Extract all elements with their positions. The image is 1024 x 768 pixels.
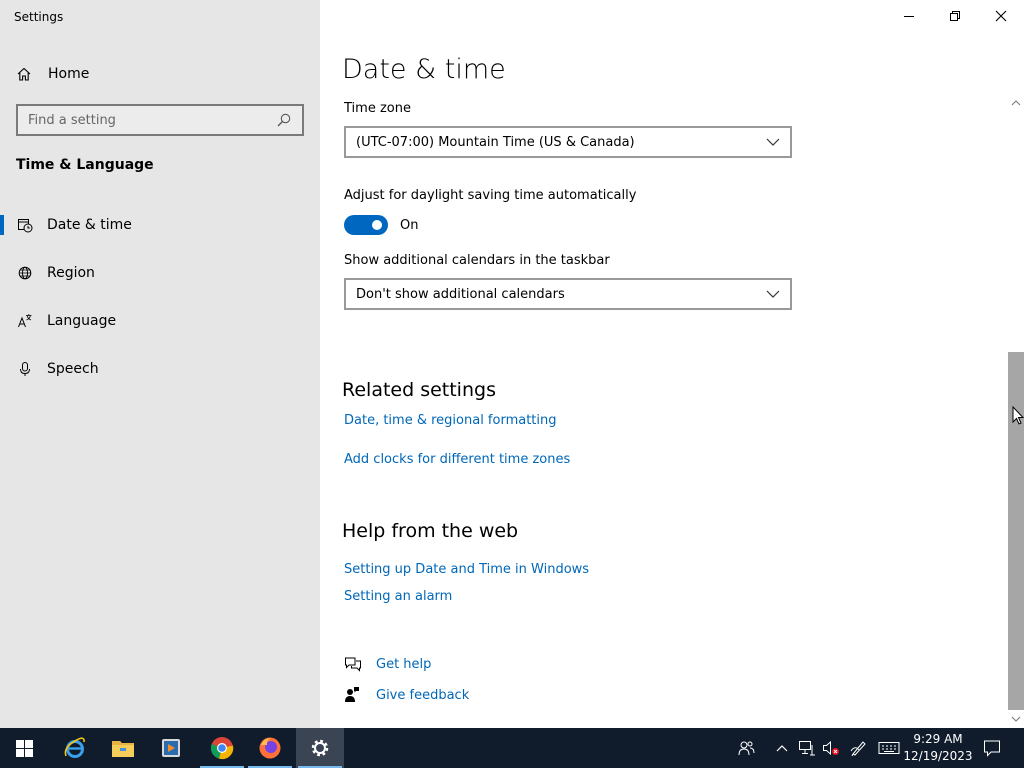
time-zone-value: (UTC-07:00) Mountain Time (US & Canada) (356, 134, 635, 150)
restore-icon (950, 11, 960, 21)
media-player-icon (162, 739, 180, 757)
additional-calendars-label: Show additional calendars in the taskbar (344, 253, 610, 268)
gear-icon (311, 739, 329, 757)
windows-logo-icon (15, 739, 33, 757)
sidebar-item-label: Speech (47, 361, 99, 377)
folder-icon (112, 741, 134, 757)
time-zone-dropdown[interactable]: (UTC-07:00) Mountain Time (US & Canada) (344, 126, 792, 158)
setting-up-date-time-link[interactable]: Setting up Date and Time in Windows (344, 562, 589, 577)
taskbar-settings[interactable] (296, 728, 344, 768)
date-time-icon (16, 217, 34, 233)
minimize-button[interactable] (886, 0, 932, 32)
taskbar-firefox[interactable] (246, 728, 294, 768)
daylight-saving-toggle[interactable] (344, 215, 388, 235)
setting-alarm-link[interactable]: Setting an alarm (344, 589, 452, 604)
sidebar-item-label: Region (47, 265, 95, 281)
home-icon (16, 66, 34, 82)
get-help-link[interactable]: Get help (344, 654, 431, 674)
pen-workspace-button[interactable] (848, 728, 870, 768)
toggle-knob (372, 220, 382, 230)
app-title: Settings (14, 10, 64, 24)
internet-explorer-icon (64, 737, 85, 758)
search-box[interactable] (16, 104, 304, 136)
keyboard-icon (878, 742, 900, 754)
chat-bubble-icon (344, 656, 362, 672)
sidebar-item-region[interactable]: Region (0, 255, 320, 291)
toggle-state-label: On (400, 218, 419, 233)
taskbar-file-explorer[interactable] (99, 728, 147, 768)
daylight-saving-label: Adjust for daylight saving time automati… (344, 188, 637, 203)
taskbar-internet-explorer[interactable] (51, 728, 99, 768)
sidebar-item-label: Language (47, 313, 117, 329)
chevron-down-icon (1011, 716, 1021, 722)
language-icon (16, 313, 34, 329)
navigation-pane: Settings Home Time & Language Date & tim… (0, 0, 320, 728)
settings-content: Date & time Time zone (UTC-07:00) Mounta… (320, 0, 1024, 728)
home-nav-item[interactable]: Home (16, 64, 89, 84)
notification-icon (984, 740, 1000, 757)
network-icon (799, 741, 815, 756)
scroll-up-button[interactable] (1008, 96, 1024, 110)
help-from-web-heading: Help from the web (342, 520, 519, 542)
add-clocks-link[interactable]: Add clocks for different time zones (344, 452, 570, 467)
scroll-down-button[interactable] (1008, 712, 1024, 726)
chrome-icon (210, 737, 234, 760)
related-settings-heading: Related settings (342, 379, 496, 401)
chevron-up-icon (776, 745, 788, 752)
additional-calendars-dropdown[interactable]: Don't show additional calendars (344, 278, 792, 310)
taskbar-media-player[interactable] (147, 728, 195, 768)
network-button[interactable] (796, 728, 818, 768)
clock-date: 12/19/2023 (903, 749, 973, 763)
chevron-down-icon (766, 138, 780, 146)
taskbar-chrome[interactable] (198, 728, 246, 768)
sidebar-item-speech[interactable]: Speech (0, 351, 320, 387)
category-heading: Time & Language (16, 157, 154, 173)
close-icon (995, 10, 1007, 22)
chevron-down-icon (766, 290, 780, 298)
mouse-cursor-icon (1012, 406, 1024, 425)
give-feedback-link[interactable]: Give feedback (344, 685, 469, 705)
restore-button[interactable] (932, 0, 978, 32)
home-label: Home (48, 66, 90, 82)
sidebar-item-language[interactable]: Language (0, 303, 320, 339)
regional-formatting-link[interactable]: Date, time & regional formatting (344, 413, 557, 428)
page-title: Date & time (342, 54, 506, 85)
chevron-up-icon (1011, 100, 1021, 106)
give-feedback-label: Give feedback (376, 687, 470, 703)
action-center-button[interactable] (980, 728, 1004, 768)
pen-icon (850, 741, 866, 757)
get-help-label: Get help (376, 656, 432, 672)
taskbar-clock[interactable]: 9:29 AM 12/19/2023 (900, 731, 976, 765)
start-button[interactable] (0, 728, 48, 768)
touch-keyboard-button[interactable] (876, 728, 902, 768)
time-zone-label: Time zone (344, 101, 411, 116)
firefox-icon (259, 737, 281, 759)
sidebar-item-label: Date & time (47, 217, 132, 233)
search-icon[interactable] (276, 112, 292, 128)
additional-calendars-value: Don't show additional calendars (356, 286, 565, 302)
people-icon (738, 741, 755, 756)
people-button[interactable] (736, 728, 758, 768)
show-hidden-icons-button[interactable] (772, 728, 792, 768)
sidebar-item-date-time[interactable]: Date & time (0, 207, 320, 243)
microphone-icon (16, 361, 34, 377)
globe-icon (16, 265, 34, 281)
taskbar: 9:29 AM 12/19/2023 (0, 728, 1024, 768)
clock-time: 9:29 AM (913, 732, 963, 746)
search-input[interactable] (28, 112, 276, 128)
volume-muted-icon (823, 740, 839, 756)
volume-button[interactable] (820, 728, 842, 768)
close-button[interactable] (978, 0, 1024, 32)
feedback-person-icon (344, 686, 362, 704)
minimize-icon (904, 16, 914, 17)
